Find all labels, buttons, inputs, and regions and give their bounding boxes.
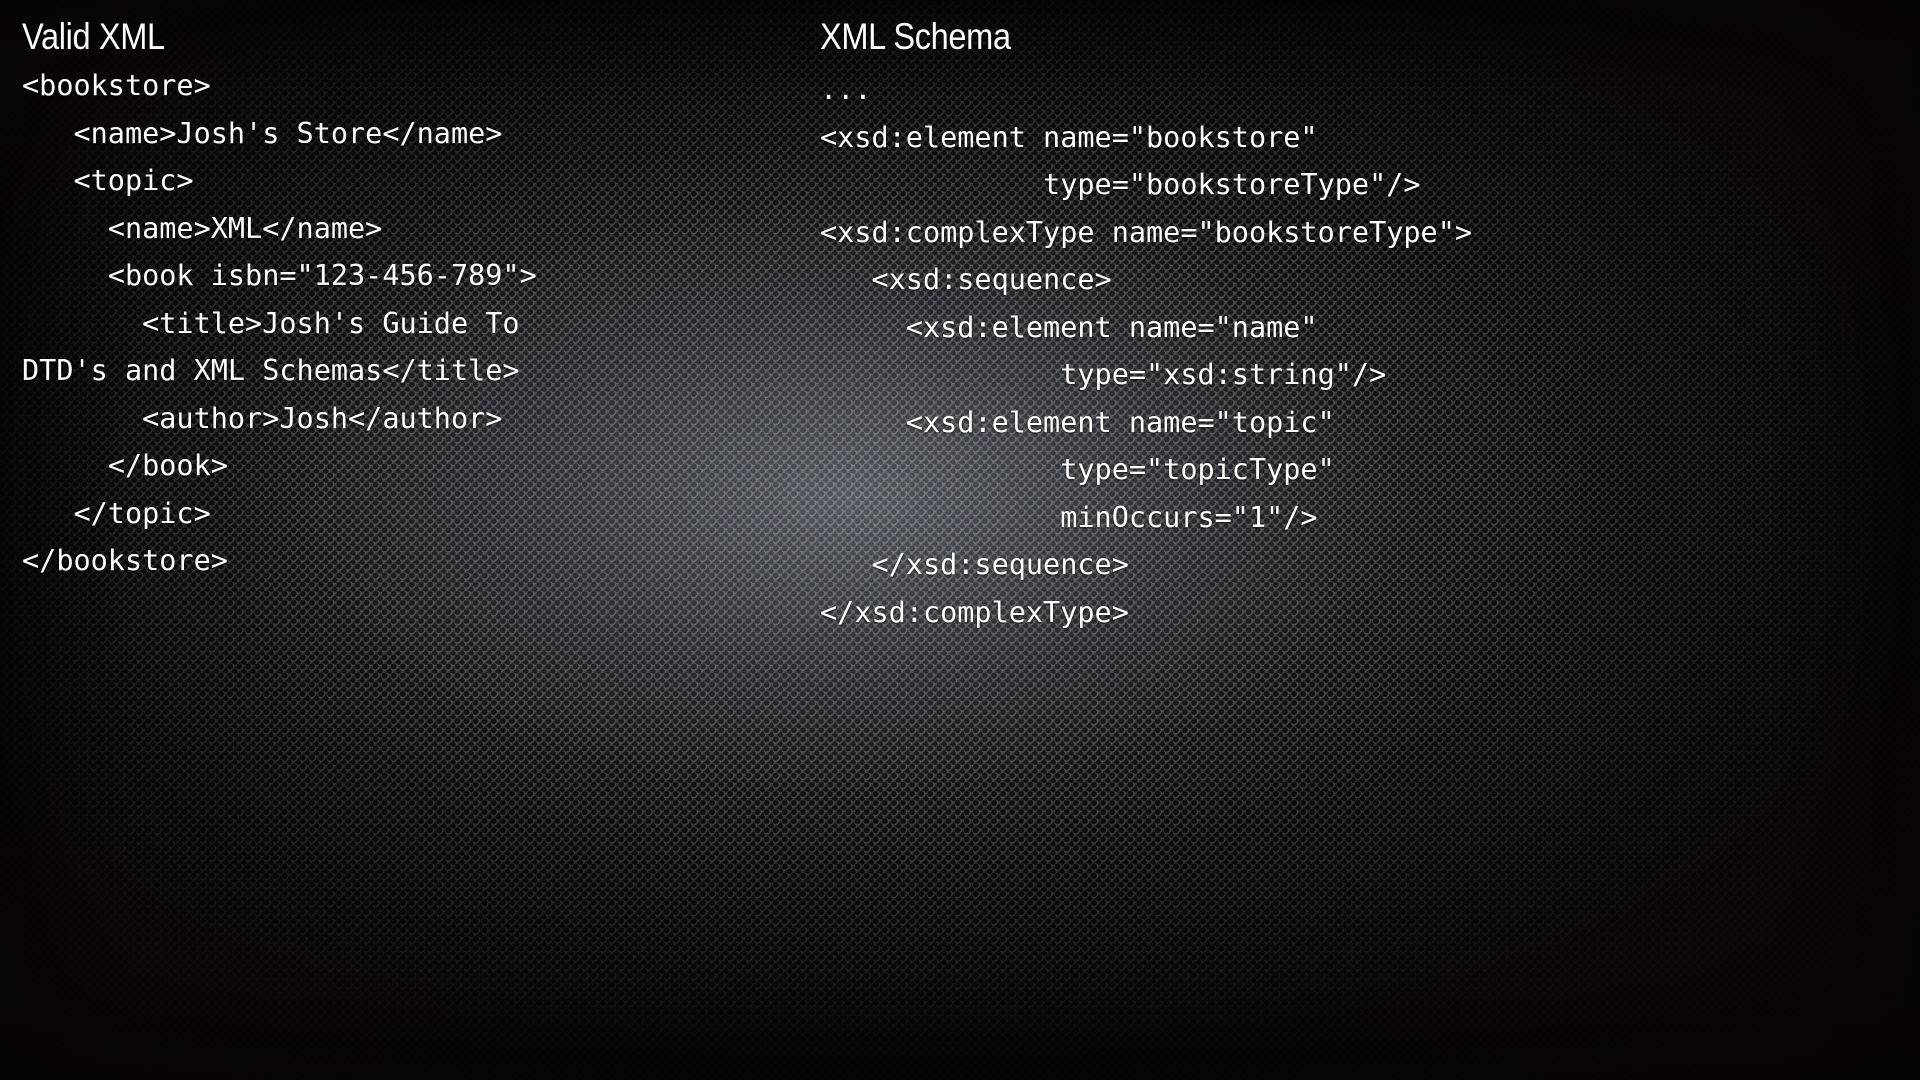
- code-line: type="topicType": [820, 453, 1335, 486]
- xml-schema-heading: XML Schema: [820, 16, 1011, 57]
- code-line: type="bookstoreType"/>: [820, 168, 1421, 201]
- code-line: <title>Josh's Guide To: [22, 306, 520, 340]
- code-line: </topic>: [22, 496, 211, 530]
- code-line: minOccurs="1"/>: [820, 500, 1318, 534]
- code-line: <xsd:complexType name="bookstoreType">: [820, 215, 1473, 249]
- code-line: <topic>: [22, 164, 194, 197]
- code-line: <book isbn="123-456-789">: [22, 259, 537, 292]
- code-line: ...: [820, 73, 872, 106]
- valid-xml-code-block: <bookstore> <name>Josh's Store</name> <t…: [22, 62, 672, 585]
- code-line: <name>XML</name>: [22, 211, 383, 245]
- xml-schema-column: XML Schema ... <xsd:element name="bookst…: [820, 0, 1840, 636]
- slide-canvas: Valid XML <bookstore> <name>Josh's Store…: [0, 0, 1920, 1080]
- code-line: <xsd:element name="bookstore": [820, 120, 1318, 154]
- code-line: <xsd:element name="name": [820, 310, 1318, 344]
- code-line: <author>Josh</author>: [22, 401, 503, 435]
- code-line: </bookstore>: [22, 544, 228, 577]
- code-line: </xsd:sequence>: [820, 548, 1129, 581]
- valid-xml-column: Valid XML <bookstore> <name>Josh's Store…: [22, 0, 672, 585]
- code-line: <name>Josh's Store</name>: [22, 116, 503, 150]
- code-line: type="xsd:string"/>: [820, 358, 1387, 391]
- code-line: </book>: [22, 449, 228, 482]
- code-line: <bookstore>: [22, 69, 211, 102]
- valid-xml-heading: Valid XML: [22, 16, 165, 57]
- slide-content: Valid XML <bookstore> <name>Josh's Store…: [0, 0, 1920, 1080]
- code-line: DTD's and XML Schemas</title>: [22, 354, 520, 387]
- xml-schema-code-block: ... <xsd:element name="bookstore" type="…: [820, 66, 1840, 636]
- code-line: </xsd:complexType>: [820, 595, 1129, 629]
- code-line: <xsd:sequence>: [820, 263, 1112, 296]
- code-line: <xsd:element name="topic": [820, 405, 1335, 439]
